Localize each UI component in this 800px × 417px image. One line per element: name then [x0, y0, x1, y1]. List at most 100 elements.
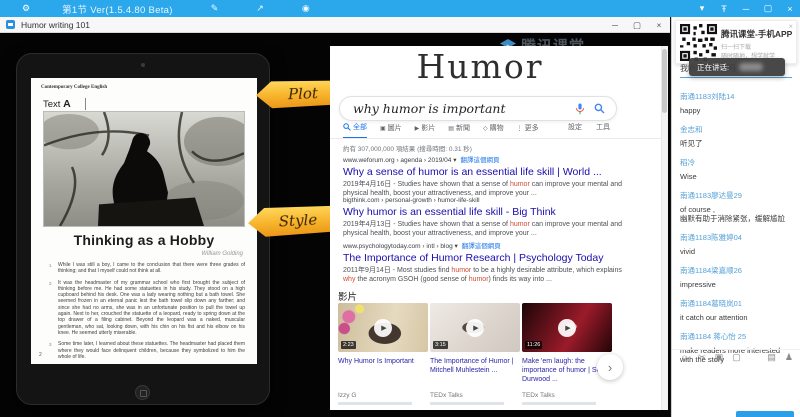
speaker-name-blurred — [739, 63, 763, 71]
video-title-link[interactable]: Why Humor Is Important — [338, 357, 428, 366]
search-input[interactable]: why humor is important — [339, 96, 617, 121]
play-icon: ▶ — [466, 319, 484, 337]
video-channel: TEDx Talks — [522, 392, 555, 399]
record-icon[interactable]: ◉ — [302, 3, 310, 14]
translate-link[interactable]: 翻譯這個網頁 — [460, 157, 499, 164]
window-maximize-button[interactable]: ▢ — [626, 17, 648, 33]
tablet-camera-dot — [141, 63, 145, 67]
members-icon[interactable]: ♟ — [785, 352, 793, 363]
video-duration-badge: 11:26 — [525, 341, 542, 349]
search-query-text[interactable]: why humor is important — [353, 101, 575, 116]
videos-section-heading: 影片 — [338, 289, 357, 303]
result-url: www.psychologytoday.com › intl › blog ▾ — [343, 243, 458, 250]
video-channel: TEDx Talks — [430, 392, 463, 399]
tab-images[interactable]: ▣圖片 — [380, 122, 402, 139]
screenshot-scissors-icon[interactable]: ✂ — [698, 352, 706, 363]
image-icon: ▣ — [380, 125, 386, 132]
speaking-tooltip: 正在讲话: — [689, 58, 785, 76]
chat-message: 南通1184梁嘉顺26 impressive — [680, 265, 794, 289]
video-meta-cutoff — [430, 402, 504, 405]
shopping-icon: ◇ — [483, 125, 488, 132]
promo-subtitle: 扫一扫下载 — [721, 42, 751, 51]
chat-history-icon[interactable]: ▤ — [767, 352, 776, 363]
textbook-page: Contemporary College English Text A — [31, 78, 257, 364]
tab-all[interactable]: 全部 — [343, 122, 367, 139]
dropdown-caret-icon[interactable]: ▾ — [696, 3, 708, 14]
video-channel: Izzy G — [338, 392, 356, 399]
share-icon[interactable]: ↗ — [256, 3, 264, 14]
thinker-statue-photo — [43, 111, 245, 227]
app-minimize-button[interactable]: ─ — [740, 4, 752, 14]
chat-toolbar: ☺ ✂ ▣ ▢ ▤ ♟ — [672, 349, 800, 365]
news-icon: ▤ — [448, 125, 454, 132]
result-url: bigthink.com › personal-growth › humor-l… — [343, 197, 480, 204]
window-close-button[interactable]: × — [648, 17, 670, 33]
screen-share-icon[interactable]: ▢ — [732, 352, 741, 363]
play-icon: ▶ — [415, 125, 420, 132]
textbook-paragraphs: 1 While I was still a boy, I came to the… — [49, 262, 245, 364]
microphone-icon[interactable] — [575, 103, 585, 115]
translate-link[interactable]: 翻譯這個網頁 — [462, 243, 501, 250]
scrollbar-track[interactable] — [661, 46, 668, 410]
screen: ⚙ 第1节 Ver(1.5.4.80 Beta) ✎ ↗ ◉ ▾ Ŧ ─ ▢ ×… — [0, 0, 800, 417]
textbook-series-header: Contemporary College English — [41, 85, 107, 90]
result-snippet: 2011年9月14日 - Most studies find humor to … — [343, 266, 631, 284]
tab-shopping[interactable]: ◇購物 — [483, 122, 504, 139]
search-results-page: Humor why humor is important — [330, 46, 668, 410]
result-stats: 約有 307,000,000 項結果 (搜尋時間: 0.31 秒) — [343, 143, 472, 153]
qr-code — [680, 24, 717, 61]
video-duration-badge: 3:15 — [433, 341, 448, 349]
scrollbar-thumb[interactable] — [662, 49, 667, 113]
image-icon[interactable]: ▣ — [715, 352, 724, 363]
window-title: Humor writing 101 — [21, 20, 90, 30]
emoji-icon[interactable]: ☺ — [680, 353, 689, 363]
app-title: 第1节 Ver(1.5.4.80 Beta) — [62, 2, 173, 16]
app-restore-button[interactable]: ▢ — [762, 3, 774, 14]
tablet-mockup: Contemporary College English Text A — [16, 53, 270, 405]
chat-message: 南通1183廖达曼29 of course , 幽默有助于消除紧张，缓解尴尬 — [680, 190, 794, 223]
video-meta-cutoff — [522, 402, 596, 405]
video-card[interactable]: ▶ 2:23 Why Humor Is Important Izzy G — [338, 303, 428, 366]
paragraph: 3 Some time later, I learned about these… — [49, 341, 245, 360]
pin-icon[interactable]: Ŧ — [718, 4, 730, 14]
textbook-section-label: Text A — [43, 98, 86, 110]
app-title-bar: ⚙ 第1节 Ver(1.5.4.80 Beta) ✎ ↗ ◉ ▾ Ŧ ─ ▢ × — [0, 0, 800, 17]
video-thumbnail[interactable]: ▶ 2:23 — [338, 303, 428, 352]
window-minimize-button[interactable]: ─ — [604, 17, 626, 33]
app-close-button[interactable]: × — [784, 4, 796, 14]
search-tabs: 全部 ▣圖片 ▶影片 ▤新聞 ◇購物 ⋮更多 — [343, 122, 539, 139]
chat-input-area[interactable] — [672, 366, 800, 410]
play-icon: ▶ — [374, 319, 392, 337]
video-title-link[interactable]: The Importance of Humor | Mitchell Muhle… — [430, 357, 520, 375]
tablet-home-button — [135, 385, 150, 400]
search-result: www.psychologytoday.com › intl › blog ▾ 翻… — [343, 240, 633, 284]
result-title-link[interactable]: Why a sense of humor is an essential lif… — [343, 166, 633, 178]
close-icon[interactable]: × — [788, 22, 793, 31]
tab-more[interactable]: ⋮更多 — [517, 122, 539, 139]
video-thumbnail[interactable]: ▶ 11:26 — [522, 303, 612, 352]
result-title-link[interactable]: Why humor is an essential life skill - B… — [343, 206, 633, 218]
carousel-next-button[interactable]: › — [597, 354, 623, 380]
video-thumbnail[interactable]: ▶ 3:15 — [430, 303, 520, 352]
settings-menu[interactable]: 設定 — [568, 122, 582, 132]
search-logo: Humor — [330, 47, 630, 86]
more-icon: ⋮ — [517, 125, 523, 132]
window-titlebar: Humor writing 101 ─ ▢ × — [0, 17, 670, 33]
chat-sidebar: 腾讯课堂-手机APP 扫一扫下载 随时随地，想学就学 × 正在讲话: 我听不见声… — [671, 17, 800, 417]
textbook-title: Thinking as a Hobby — [31, 232, 257, 248]
edit-icon[interactable]: ✎ — [211, 3, 219, 14]
result-title-link[interactable]: The Importance of Humor Research | Psych… — [343, 252, 633, 264]
chat-message: 南通1184葛晓岚01 it catch our attention — [680, 298, 794, 322]
search-icon[interactable] — [594, 103, 605, 114]
chat-message: 金志和 听见了 — [680, 124, 794, 148]
video-meta-cutoff — [338, 402, 412, 405]
video-card[interactable]: ▶ 3:15 The Importance of Humor | Mitchel… — [430, 303, 520, 375]
page-number: 2 — [39, 352, 42, 358]
tools-menu[interactable]: 工具 — [596, 122, 610, 132]
video-duration-badge: 2:23 — [341, 341, 356, 349]
tab-news[interactable]: ▤新聞 — [448, 122, 470, 139]
search-result: bigthink.com › personal-growth › humor-l… — [343, 197, 633, 238]
tab-videos[interactable]: ▶影片 — [415, 122, 436, 139]
send-button[interactable] — [736, 411, 794, 417]
play-icon: ▶ — [558, 319, 576, 337]
